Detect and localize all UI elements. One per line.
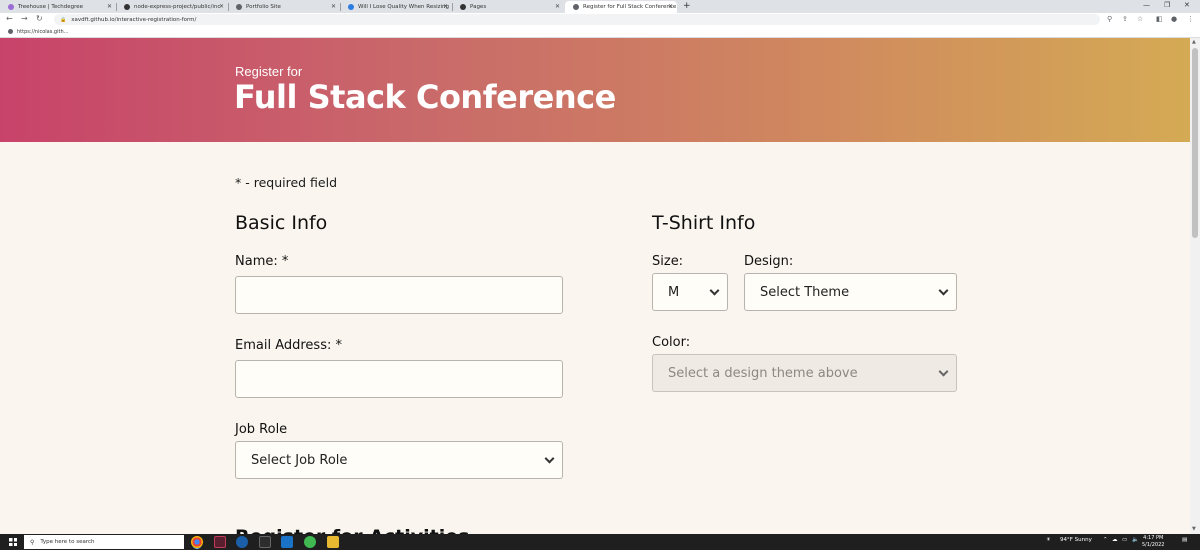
search-placeholder: Type here to search — [40, 539, 95, 545]
site-icon — [348, 4, 354, 10]
close-icon[interactable]: ✕ — [331, 3, 336, 10]
required-field-note: * - required field — [235, 175, 338, 190]
windows-taskbar: ⚲ Type here to search ☀ 94°F Sunny ⌃ ☁ ▭… — [0, 534, 1200, 550]
activities-heading: Register for Activities — [235, 526, 469, 534]
profile-icon[interactable]: ● — [1171, 15, 1177, 23]
tab-pages[interactable]: Pages ✕ — [452, 1, 564, 13]
tab-portfolio[interactable]: Portfolio Site ✕ — [228, 1, 340, 13]
size-select[interactable]: M — [652, 273, 728, 311]
close-icon[interactable]: ✕ — [219, 3, 224, 10]
search-icon: ⚲ — [30, 538, 35, 546]
color-select[interactable]: Select a design theme above — [652, 354, 957, 392]
app-green-icon[interactable] — [304, 536, 316, 548]
email-label: Email Address: * — [235, 338, 342, 353]
close-icon[interactable]: ✕ — [443, 3, 448, 10]
design-label: Design: — [744, 254, 794, 269]
tab-resizing[interactable]: Will I Lose Quality When Resizing ✕ — [340, 1, 452, 13]
address-bar[interactable]: 🔒 xavdft.github.io/interactive-registrat… — [54, 14, 1100, 25]
system-clock[interactable]: 4:17 PM 5/1/2022 — [1142, 535, 1164, 549]
scroll-down-icon[interactable]: ▼ — [1192, 526, 1196, 532]
globe-icon — [236, 4, 242, 10]
page-scrollbar[interactable]: ▲ ▼ — [1190, 38, 1200, 534]
header-subtitle: Register for — [235, 64, 303, 79]
browser-icon[interactable] — [236, 536, 248, 548]
tshirt-info-heading: T-Shirt Info — [652, 212, 756, 234]
browser-tab-strip: Treehouse | Techdegree ✕ node-express-pr… — [0, 0, 1200, 13]
clock-time: 4:17 PM — [1143, 535, 1164, 541]
tab-label: Pages — [470, 4, 487, 10]
page-header: Register for Full Stack Conference — [0, 38, 1190, 142]
tab-label: Register for Full Stack Conference — [583, 4, 677, 10]
weather-icon: ☀ — [1046, 537, 1051, 543]
close-icon[interactable]: ✕ — [668, 3, 673, 10]
weather-text[interactable]: 94°F Sunny — [1060, 537, 1092, 543]
forward-arrow-icon[interactable]: → — [21, 14, 28, 23]
vscode-icon[interactable] — [281, 536, 293, 548]
globe-icon — [8, 29, 13, 34]
color-value: Select a design theme above — [668, 365, 858, 381]
bookmarks-bar: https://nicolas.gith... — [0, 26, 1200, 38]
clock-date: 5/1/2022 — [1142, 542, 1165, 548]
tab-label: node-express-project/public/inc — [134, 4, 221, 10]
chevron-down-icon — [938, 366, 949, 377]
reload-icon[interactable]: ↻ — [36, 14, 43, 23]
job-role-select[interactable]: Select Job Role — [235, 441, 563, 479]
chevron-down-icon — [938, 285, 949, 296]
back-arrow-icon[interactable]: ← — [6, 14, 13, 23]
chrome-icon[interactable] — [191, 536, 203, 548]
basic-info-heading: Basic Info — [235, 212, 328, 234]
url-text: xavdft.github.io/interactive-registratio… — [71, 16, 197, 23]
design-value: Select Theme — [760, 284, 850, 300]
chevron-down-icon — [709, 285, 720, 296]
lock-icon: 🔒 — [60, 16, 67, 23]
share-icon[interactable]: ⇪ — [1122, 15, 1128, 23]
tab-label: Will I Lose Quality When Resizing — [358, 4, 450, 10]
job-role-value: Select Job Role — [251, 452, 348, 468]
network-icon[interactable]: ▭ — [1122, 537, 1127, 543]
color-label: Color: — [652, 335, 691, 350]
close-icon[interactable]: ✕ — [555, 3, 560, 10]
job-role-label: Job Role — [235, 422, 288, 437]
bookmark-item[interactable]: https://nicolas.gith... — [17, 29, 68, 35]
github-icon — [460, 4, 466, 10]
menu-icon[interactable]: ⋮ — [1187, 15, 1194, 23]
github-icon — [124, 4, 130, 10]
email-input[interactable] — [235, 360, 563, 398]
minimize-button[interactable]: — — [1143, 1, 1150, 9]
windows-start-icon[interactable] — [9, 538, 17, 546]
design-select[interactable]: Select Theme — [744, 273, 957, 311]
name-input[interactable] — [235, 276, 563, 314]
tab-label: Treehouse | Techdegree — [18, 4, 83, 10]
volume-icon[interactable]: 🔈 — [1132, 537, 1139, 543]
notification-icon[interactable]: ▤ — [1182, 537, 1187, 543]
page-viewport: Register for Full Stack Conference * - r… — [0, 38, 1190, 534]
browser-toolbar: ← → ↻ 🔒 xavdft.github.io/interactive-reg… — [0, 13, 1200, 26]
cloud-icon[interactable]: ☁ — [1112, 537, 1118, 543]
file-explorer-icon[interactable] — [327, 536, 339, 548]
star-icon[interactable]: ☆ — [1137, 15, 1143, 23]
tab-treehouse[interactable]: Treehouse | Techdegree ✕ — [0, 1, 116, 13]
new-tab-button[interactable]: + — [683, 1, 691, 11]
name-label: Name: * — [235, 254, 289, 269]
scrollbar-thumb[interactable] — [1192, 48, 1198, 238]
zoom-icon[interactable]: ⚲ — [1107, 15, 1112, 23]
globe-icon — [573, 4, 579, 10]
scroll-up-icon[interactable]: ▲ — [1192, 39, 1196, 45]
treehouse-icon — [8, 4, 14, 10]
restore-button[interactable]: ❐ — [1164, 1, 1170, 9]
size-label: Size: — [652, 254, 684, 269]
terminal-icon[interactable] — [259, 536, 271, 548]
size-value: M — [668, 284, 680, 300]
tray-chevron-icon[interactable]: ⌃ — [1103, 537, 1108, 543]
taskbar-search[interactable]: ⚲ Type here to search — [24, 535, 184, 549]
sidepanel-icon[interactable]: ◧ — [1156, 15, 1163, 23]
tab-node-express[interactable]: node-express-project/public/inc ✕ — [116, 1, 228, 13]
page-title: Full Stack Conference — [234, 78, 616, 116]
close-window-button[interactable]: ✕ — [1184, 1, 1190, 9]
close-icon[interactable]: ✕ — [107, 3, 112, 10]
app-icon[interactable] — [214, 536, 226, 548]
tab-register[interactable]: Register for Full Stack Conference ✕ — [565, 1, 677, 13]
chevron-down-icon — [544, 453, 555, 464]
tab-label: Portfolio Site — [246, 4, 281, 10]
